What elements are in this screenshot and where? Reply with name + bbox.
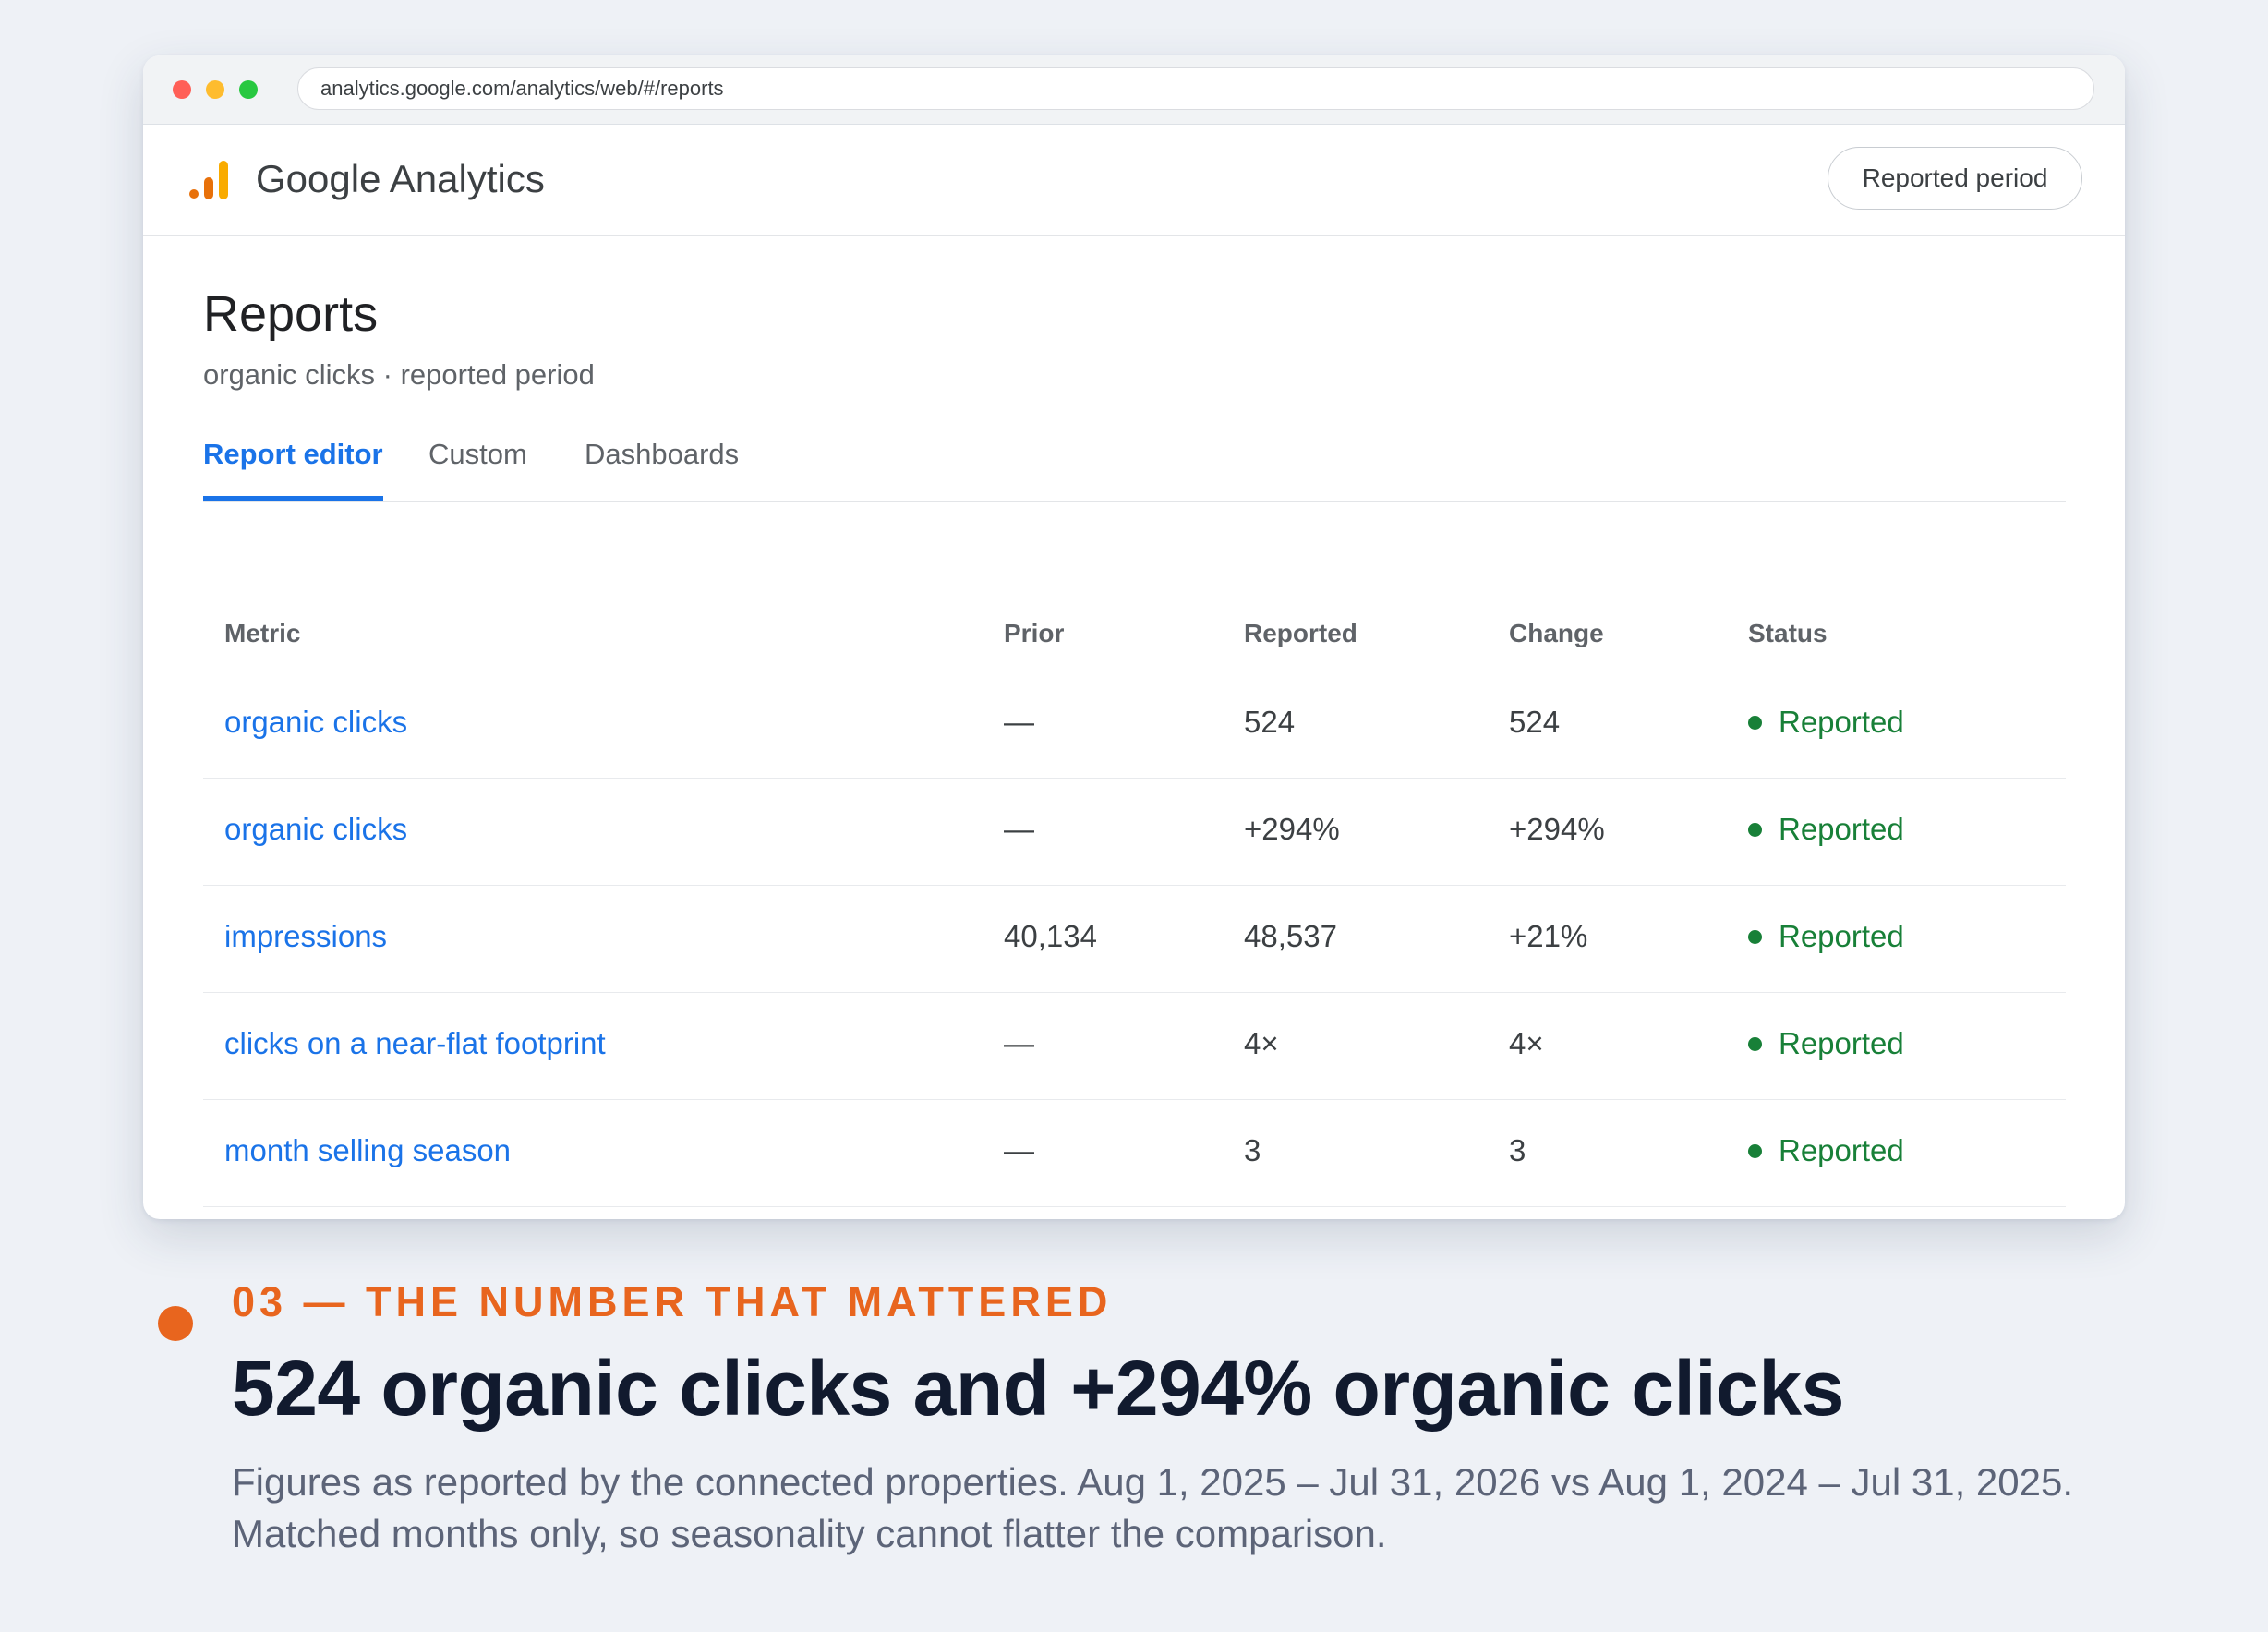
callout-eyebrow: 03 — THE NUMBER THAT MATTERED xyxy=(232,1278,1113,1325)
reported-value: +294% xyxy=(1244,812,1340,846)
metrics-table: Metric Prior Reported Change Status orga… xyxy=(203,586,2066,1207)
status-badge: Reported xyxy=(1748,779,1904,880)
address-bar[interactable]: analytics.google.com/analytics/web/#/rep… xyxy=(297,67,2094,110)
status-label: Reported xyxy=(1779,919,1904,953)
tab-bar: Report editor Custom Dashboards xyxy=(203,425,2066,502)
status-dot-icon xyxy=(1748,1036,1762,1051)
status-badge: Reported xyxy=(1748,993,1904,1094)
status-label: Reported xyxy=(1779,812,1904,846)
metric-link[interactable]: clicks on a near-flat footprint xyxy=(224,993,606,1094)
window-close-button[interactable] xyxy=(173,80,191,99)
status-dot-icon xyxy=(1748,929,1762,944)
status-badge: Reported xyxy=(1748,886,1904,987)
metric-link[interactable]: organic clicks xyxy=(224,671,407,773)
column-header-prior[interactable]: Prior xyxy=(1004,586,1064,682)
tab-report-editor[interactable]: Report editor xyxy=(203,425,383,501)
column-header-reported[interactable]: Reported xyxy=(1244,586,1357,682)
reported-value: 3 xyxy=(1244,1133,1261,1167)
prior-value: 40,134 xyxy=(1004,919,1097,953)
window-maximize-button[interactable] xyxy=(239,80,258,99)
tab-dashboards[interactable]: Dashboards xyxy=(585,425,739,501)
google-analytics-logo-icon xyxy=(189,161,228,199)
column-header-status[interactable]: Status xyxy=(1748,586,1828,682)
prior-value: — xyxy=(1004,1026,1034,1060)
status-label: Reported xyxy=(1779,1026,1904,1060)
status-label: Reported xyxy=(1779,1133,1904,1167)
tab-custom[interactable]: Custom xyxy=(428,425,527,501)
table-row[interactable]: organic clicks — 524 524 Reported xyxy=(203,671,2066,779)
change-value: 4× xyxy=(1509,1026,1544,1060)
prior-value: — xyxy=(1004,1133,1034,1167)
browser-chrome: analytics.google.com/analytics/web/#/rep… xyxy=(143,55,2125,125)
table-row[interactable]: month selling season — 3 3 Reported xyxy=(203,1100,2066,1207)
status-dot-icon xyxy=(1748,822,1762,837)
app-brand: Google Analytics xyxy=(256,157,545,200)
status-dot-icon xyxy=(1748,715,1762,730)
window-minimize-button[interactable] xyxy=(206,80,224,99)
metric-link[interactable]: month selling season xyxy=(224,1100,511,1202)
callout-caption: Figures as reported by the connected pro… xyxy=(232,1460,2074,1555)
table-row[interactable]: impressions 40,134 48,537 +21% Reported xyxy=(203,886,2066,993)
table-header: Metric Prior Reported Change Status xyxy=(203,586,2066,671)
change-value: 3 xyxy=(1509,1133,1526,1167)
column-header-metric[interactable]: Metric xyxy=(224,586,300,682)
status-label: Reported xyxy=(1779,705,1904,739)
metric-link[interactable]: organic clicks xyxy=(224,779,407,880)
metric-link[interactable]: impressions xyxy=(224,886,387,987)
table-row[interactable]: clicks on a near-flat footprint — 4× 4× … xyxy=(203,993,2066,1100)
page-subtitle: organic clicks · reported period xyxy=(203,358,595,391)
change-value: +21% xyxy=(1509,919,1588,953)
prior-value: — xyxy=(1004,812,1034,846)
page-title: Reports xyxy=(203,286,379,342)
change-value: 524 xyxy=(1509,705,1561,739)
reported-value: 524 xyxy=(1244,705,1296,739)
reported-value: 48,537 xyxy=(1244,919,1337,953)
callout-bullet-icon xyxy=(158,1306,193,1341)
reported-value: 4× xyxy=(1244,1026,1279,1060)
change-value: +294% xyxy=(1509,812,1605,846)
browser-window: analytics.google.com/analytics/web/#/rep… xyxy=(143,55,2125,1219)
status-badge: Reported xyxy=(1748,1100,1904,1202)
table-row[interactable]: organic clicks — +294% +294% Reported xyxy=(203,779,2066,886)
reported-period-button[interactable]: Reported period xyxy=(1828,147,2082,210)
prior-value: — xyxy=(1004,705,1034,739)
status-badge: Reported xyxy=(1748,671,1904,773)
column-header-change[interactable]: Change xyxy=(1509,586,1604,682)
app-header: Google Analytics Reported period xyxy=(143,124,2125,236)
callout-headline: 524 organic clicks and +294% organic cli… xyxy=(232,1345,1844,1432)
status-dot-icon xyxy=(1748,1143,1762,1158)
